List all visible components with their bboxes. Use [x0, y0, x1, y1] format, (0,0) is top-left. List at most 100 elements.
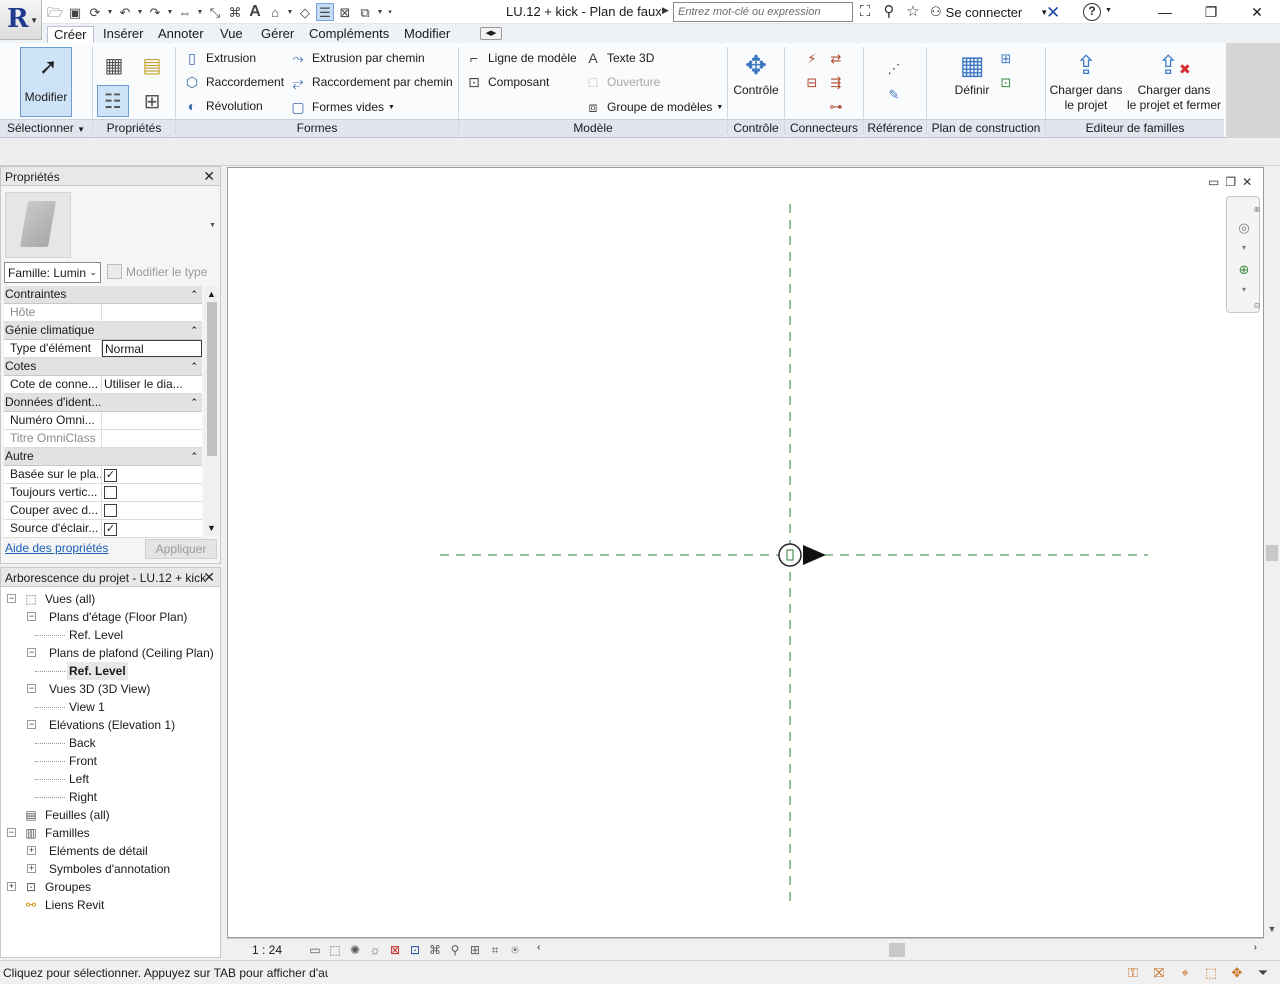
chevron-down-icon[interactable]: ▼: [286, 3, 294, 21]
family-category-icon[interactable]: ▤: [136, 49, 168, 81]
chevron-down-icon[interactable]: ▼: [106, 3, 114, 21]
view-scale[interactable]: 1 : 24: [252, 943, 282, 957]
tree-node[interactable]: ▤ Feuilles (all): [1, 806, 220, 824]
tree-node[interactable]: + Symboles d'annotation: [1, 860, 220, 878]
scroll-thumb[interactable]: [889, 943, 905, 957]
chevron-down-icon[interactable]: ▼: [196, 3, 204, 21]
chevron-down-icon[interactable]: ▼: [136, 3, 144, 21]
model-text-button[interactable]: A Texte 3D: [585, 48, 654, 68]
checkbox-unchecked[interactable]: [104, 504, 117, 517]
search-input[interactable]: Entrez mot-clé ou expression: [673, 2, 853, 22]
checkbox-unchecked[interactable]: [104, 486, 117, 499]
select-by-face-icon[interactable]: ⬚: [1202, 964, 1220, 982]
chevron-down-icon[interactable]: ▼: [166, 3, 174, 21]
collapse-icon[interactable]: −: [27, 720, 36, 729]
tree-node[interactable]: ⚯ Liens Revit: [1, 896, 220, 914]
thin-lines-icon[interactable]: ☰: [316, 3, 334, 21]
family-type-select[interactable]: Famille: Lumin ⌄: [4, 262, 101, 283]
group-header[interactable]: Données d'ident... ⌃: [4, 394, 202, 412]
close-icon[interactable]: ✕: [203, 569, 215, 586]
expand-icon[interactable]: +: [27, 846, 36, 855]
visual-style-icon[interactable]: ⬚: [327, 942, 343, 958]
tree-node[interactable]: Ref. Level: [1, 662, 220, 680]
select-underlay-icon[interactable]: ⛝: [1150, 964, 1168, 982]
conduit-connector-icon[interactable]: ⊶: [828, 99, 844, 115]
tree-node[interactable]: − Vues 3D (3D View): [1, 680, 220, 698]
measure-icon[interactable]: ⇔: [176, 3, 194, 21]
dimension-icon[interactable]: ⤡: [206, 3, 224, 21]
property-value[interactable]: [102, 304, 202, 321]
pipe-connector-icon[interactable]: ⇶: [828, 75, 844, 91]
tree-node[interactable]: + ⊡ Groupes: [1, 878, 220, 896]
reveal-hidden-icon[interactable]: ⚲: [447, 942, 463, 958]
chevron-down-icon[interactable]: ▼: [1105, 7, 1112, 14]
tree-node[interactable]: Right: [1, 788, 220, 806]
drag-elements-icon[interactable]: ✥: [1228, 964, 1246, 982]
temporary-hide-icon[interactable]: ⌘: [427, 942, 443, 958]
edit-type-button[interactable]: Modifier le type: [107, 264, 207, 279]
properties-scrollbar[interactable]: ▲ ▼: [204, 286, 219, 536]
binoculars-icon[interactable]: ⛶: [856, 3, 874, 21]
scroll-down-icon[interactable]: ▼: [204, 520, 219, 536]
tab-annotate[interactable]: Annoter: [152, 26, 210, 44]
filter-icon[interactable]: ⏷: [1254, 964, 1272, 982]
scroll-thumb[interactable]: [207, 302, 217, 456]
load-into-project-button[interactable]: ⇪ Charger dans le projet: [1046, 47, 1126, 113]
revolve-button[interactable]: ◐ Révolution: [184, 96, 263, 116]
tag-icon[interactable]: ⌘: [226, 3, 244, 21]
show-crop-icon[interactable]: ⊡: [407, 942, 423, 958]
collapse-icon[interactable]: −: [7, 594, 16, 603]
light-direction-arrow[interactable]: [803, 545, 826, 565]
undo-icon[interactable]: ↶: [116, 3, 134, 21]
collapse-icon[interactable]: −: [27, 612, 36, 621]
tree-node[interactable]: Front: [1, 752, 220, 770]
tab-addins[interactable]: Compléments: [303, 26, 395, 44]
model-line-button[interactable]: ⌐ Ligne de modèle: [466, 48, 577, 68]
component-button[interactable]: ⊡ Composant: [466, 72, 549, 92]
checkbox-checked[interactable]: ✓: [104, 469, 117, 482]
zoom-icon[interactable]: ⊕: [1235, 261, 1253, 279]
scroll-down-icon[interactable]: ▼: [1264, 921, 1280, 937]
customize-qat-icon[interactable]: ▾: [386, 3, 394, 21]
minimize-view-icon[interactable]: ▭: [1208, 175, 1219, 189]
exchange-apps-icon[interactable]: ✕: [1046, 3, 1060, 23]
reference-line-icon[interactable]: ⋰: [886, 61, 902, 77]
crop-view-icon[interactable]: ⊠: [387, 942, 403, 958]
select-links-icon[interactable]: ⚿: [1124, 964, 1142, 982]
chevron-down-icon[interactable]: ▼: [376, 3, 384, 21]
section-icon[interactable]: ◇: [296, 3, 314, 21]
close-icon[interactable]: ⊗: [1253, 201, 1261, 219]
options-icon[interactable]: ⊙: [1253, 297, 1261, 315]
expand-icon[interactable]: +: [7, 882, 16, 891]
properties-help-link[interactable]: Aide des propriétés: [5, 541, 108, 555]
properties-icon[interactable]: ☷: [97, 85, 129, 117]
scroll-right-icon[interactable]: ›: [1254, 942, 1257, 953]
tree-node[interactable]: Back: [1, 734, 220, 752]
close-button[interactable]: ✕: [1234, 0, 1280, 24]
family-types-icon[interactable]: ▦: [98, 49, 130, 81]
star-icon[interactable]: ☆: [904, 3, 922, 21]
chevron-down-icon[interactable]: ▾: [1235, 281, 1253, 299]
property-value[interactable]: [102, 430, 202, 447]
text-icon[interactable]: A: [246, 3, 264, 21]
group-header[interactable]: Génie climatique ⌃: [4, 322, 202, 340]
reference-plane-icon[interactable]: ✎: [886, 87, 902, 103]
expand-icon[interactable]: +: [27, 864, 36, 873]
select-pinned-icon[interactable]: ⌖: [1176, 964, 1194, 982]
application-menu-button[interactable]: R ▼: [0, 0, 42, 40]
drawing-area[interactable]: [227, 167, 1264, 938]
detail-level-icon[interactable]: ▭: [307, 942, 323, 958]
duct-connector-icon[interactable]: ⇄: [828, 51, 844, 67]
restore-view-icon[interactable]: ❐: [1225, 175, 1236, 189]
sign-in-button[interactable]: ⚇ Se connecter ▼: [930, 4, 1048, 20]
sync-icon[interactable]: ⟳: [86, 3, 104, 21]
collapse-icon[interactable]: −: [7, 828, 16, 837]
scroll-thumb[interactable]: [1266, 545, 1278, 561]
workplane-viewer-icon[interactable]: ⊡: [998, 75, 1014, 91]
tree-node[interactable]: View 1: [1, 698, 220, 716]
close-view-icon[interactable]: ✕: [1242, 175, 1252, 189]
tree-node[interactable]: Ref. Level: [1, 626, 220, 644]
tab-insert[interactable]: Insérer: [97, 26, 149, 44]
select-panel-title[interactable]: Sélectionner ▼: [0, 119, 92, 137]
apply-button[interactable]: Appliquer: [145, 539, 217, 559]
